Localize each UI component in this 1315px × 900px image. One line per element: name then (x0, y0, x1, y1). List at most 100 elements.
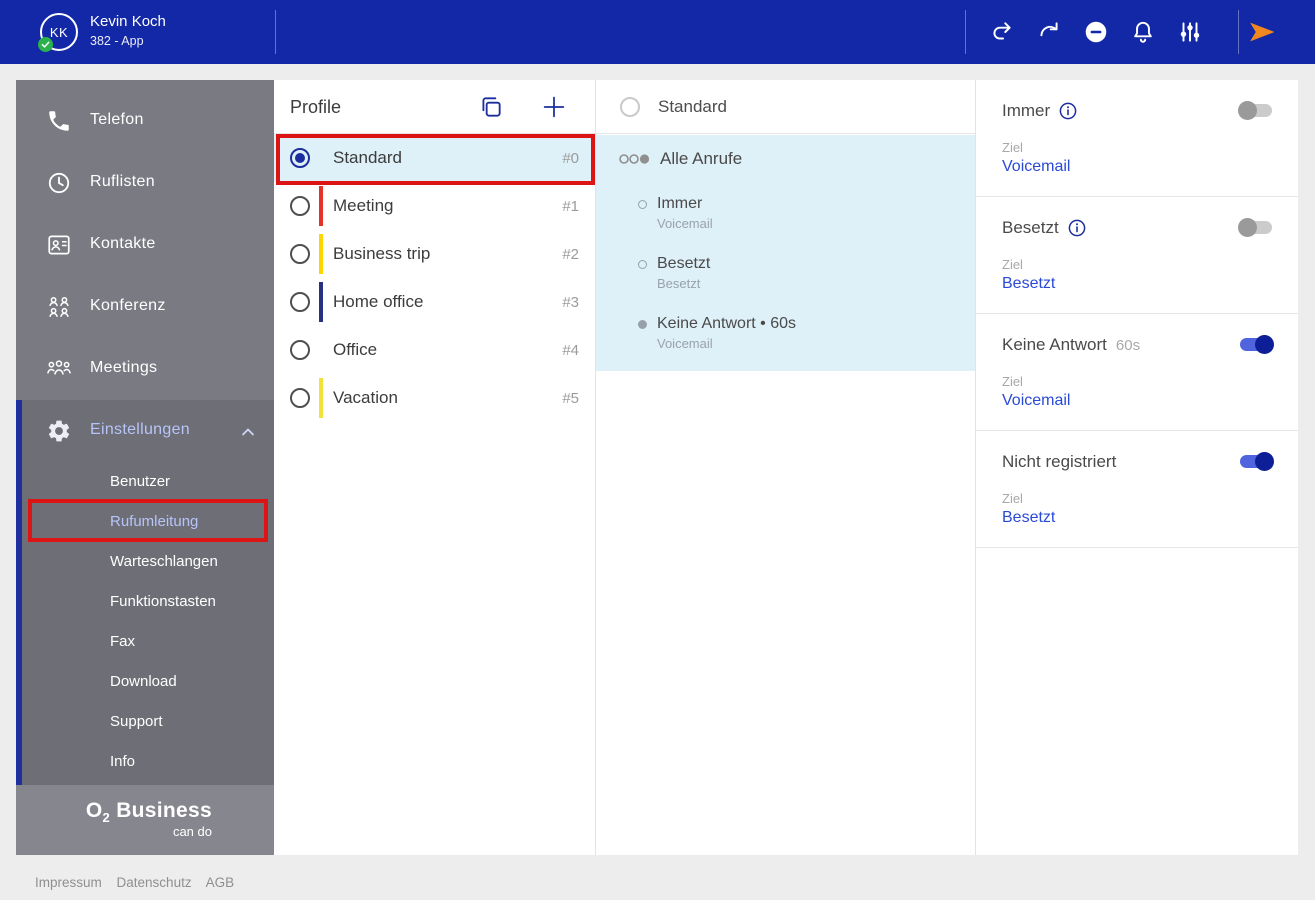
sidebar-subitem-download[interactable]: Download (16, 662, 274, 702)
rule-label: Keine Antwort • 60s (657, 315, 796, 333)
footer-link-agb[interactable]: AGB (206, 875, 235, 890)
profile-row-standard[interactable]: Standard #0 (274, 134, 595, 182)
sidebar-subitem-rufumleitung[interactable]: Rufumleitung (16, 502, 274, 542)
profile-row-business-trip[interactable]: Business trip #2 (274, 230, 595, 278)
radio-button[interactable] (290, 340, 310, 360)
rule-label: Besetzt (657, 255, 710, 273)
profile-name: Standard (333, 148, 562, 168)
sidebar-item-konferenz[interactable]: Konferenz (16, 276, 274, 338)
sidebar-subitem-funktionstasten[interactable]: Funktionstasten (16, 582, 274, 622)
radio-button[interactable] (290, 196, 310, 216)
profile-number: #5 (562, 390, 579, 407)
logo-business: Business (110, 799, 212, 822)
rule-target: Voicemail (657, 216, 713, 231)
ziel-label: Ziel (1002, 374, 1298, 389)
sidebar-subitem-info[interactable]: Info (16, 742, 274, 782)
sidebar-subitem-fax[interactable]: Fax (16, 622, 274, 662)
people-icon (46, 356, 72, 382)
rules-header: Standard (596, 80, 975, 134)
footer-link-impressum[interactable]: Impressum (35, 875, 102, 890)
sidebar-item-meetings[interactable]: Meetings (16, 338, 274, 400)
toggle-besetzt[interactable] (1240, 221, 1272, 234)
profile-row-home-office[interactable]: Home office #3 (274, 278, 595, 326)
sidebar-item-telefon[interactable]: Telefon (16, 90, 274, 152)
profile-row-office[interactable]: Office #4 (274, 326, 595, 374)
call-return-icon[interactable] (1036, 19, 1062, 45)
logo-tagline: can do (16, 824, 212, 839)
avatar-initials: KK (50, 25, 68, 40)
target-link[interactable]: Besetzt (1002, 275, 1055, 293)
clock-icon (46, 170, 72, 196)
copy-profile-icon[interactable] (478, 94, 504, 120)
sidebar-subitem-support[interactable]: Support (16, 702, 274, 742)
radio-button[interactable] (290, 244, 310, 264)
profile-color-bar (319, 378, 323, 418)
detail-section-immer: Immer Ziel Voicemail (976, 80, 1298, 197)
rule-bullet (638, 320, 647, 329)
profile-row-vacation[interactable]: Vacation #5 (274, 374, 595, 422)
settings-group: Einstellungen Benutzer Rufumleitung Wart… (16, 400, 274, 785)
target-link[interactable]: Besetzt (1002, 509, 1055, 527)
radio-button[interactable] (290, 388, 310, 408)
rule-chain-icon (618, 153, 650, 165)
toggle-immer[interactable] (1240, 104, 1272, 117)
detail-section-nicht-registriert: Nicht registriert Ziel Besetzt (976, 431, 1298, 548)
user-name: Kevin Koch (90, 13, 166, 30)
sidebar-label: Konferenz (90, 297, 166, 315)
send-icon[interactable] (1247, 17, 1277, 47)
presence-online-badge (38, 37, 53, 52)
detail-section-keine-antwort: Keine Antwort 60s Ziel Voicemail (976, 314, 1298, 431)
profile-name: Home office (333, 292, 562, 312)
rules-panel: Standard Alle Anrufe Immer Voicemail (595, 80, 975, 855)
info-icon[interactable] (1059, 102, 1077, 120)
logo-2: 2 (103, 810, 111, 825)
footer: Impressum Datenschutz AGB (35, 875, 245, 890)
profile-name: Meeting (333, 196, 562, 216)
footer-link-datenschutz[interactable]: Datenschutz (117, 875, 192, 890)
rule-item-keine-antwort[interactable]: Keine Antwort • 60s Voicemail (638, 315, 796, 351)
dnd-icon[interactable] (1083, 19, 1109, 45)
rule-item-immer[interactable]: Immer Voicemail (638, 195, 713, 231)
sidebar-item-kontakte[interactable]: Kontakte (16, 214, 274, 276)
detail-title: Keine Antwort (1002, 335, 1107, 355)
toggle-nicht-registriert[interactable] (1240, 455, 1272, 468)
rule-target: Voicemail (657, 336, 796, 351)
target-link[interactable]: Voicemail (1002, 392, 1070, 410)
profile-number: #4 (562, 342, 579, 359)
detail-section-besetzt: Besetzt Ziel Besetzt (976, 197, 1298, 314)
profile-number: #0 (562, 150, 579, 167)
rule-item-besetzt[interactable]: Besetzt Besetzt (638, 255, 710, 291)
sidebar-subitem-benutzer[interactable]: Benutzer (16, 462, 274, 502)
toggle-keine-antwort[interactable] (1240, 338, 1272, 351)
sliders-icon[interactable] (1177, 19, 1203, 45)
info-icon[interactable] (1068, 219, 1086, 237)
panel-title: Profile (290, 80, 341, 134)
brand-logo: O2 Business can do (16, 785, 274, 855)
bell-icon[interactable] (1130, 19, 1156, 45)
detail-title: Nicht registriert (1002, 452, 1116, 472)
avatar[interactable]: KK (40, 13, 78, 51)
profile-number: #1 (562, 198, 579, 215)
sidebar-subitem-warteschlangen[interactable]: Warteschlangen (16, 542, 274, 582)
profile-row-meeting[interactable]: Meeting #1 (274, 182, 595, 230)
radio-button[interactable] (290, 148, 310, 168)
conference-grid-icon (46, 294, 72, 320)
sidebar-item-einstellungen[interactable]: Einstellungen (16, 400, 274, 462)
rule-group-selected[interactable]: Alle Anrufe Immer Voicemail Besetzt Bese… (596, 135, 976, 371)
user-extension: 382 - App (90, 34, 144, 48)
rule-target: Besetzt (657, 276, 710, 291)
topbar-divider (275, 10, 276, 54)
chevron-up-icon (240, 424, 256, 440)
radio-button[interactable] (620, 97, 640, 117)
details-panel: Immer Ziel Voicemail Besetzt Ziel Besetz… (975, 80, 1298, 855)
target-link[interactable]: Voicemail (1002, 158, 1070, 176)
radio-button[interactable] (290, 292, 310, 312)
check-icon (41, 40, 50, 49)
add-profile-icon[interactable] (540, 93, 568, 121)
call-forward-icon[interactable] (989, 19, 1015, 45)
sidebar-item-ruflisten[interactable]: Ruflisten (16, 152, 274, 214)
timeout-value: 60s (1116, 337, 1140, 354)
logo-o: O (86, 799, 103, 822)
profile-color-bar (319, 186, 323, 226)
rule-bullet (638, 200, 647, 209)
